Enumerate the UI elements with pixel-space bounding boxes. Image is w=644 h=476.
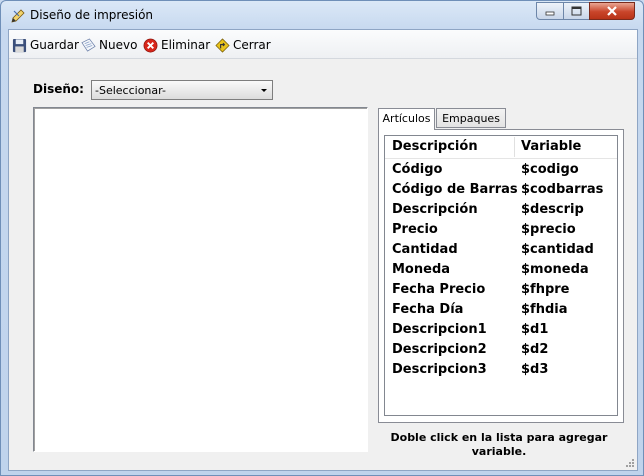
list-item[interactable]: Moneda $moneda [385,260,617,280]
list-item[interactable]: Descripcion3 $d3 [385,360,617,380]
list-item-description: Descripcion1 [392,322,487,337]
tab-articulos[interactable]: Artículos [378,108,435,130]
list-item-description: Fecha Precio [392,282,486,297]
tab-panel-articulos: Descripción Variable Código $codigo Código… [378,129,624,423]
list-item-description: Descripción [392,202,478,217]
new-document-icon [81,37,96,52]
new-button[interactable]: Nuevo [81,36,137,54]
resize-grip-icon[interactable] [625,458,635,468]
list-item[interactable]: Cantidad $cantidad [385,240,617,260]
list-item-variable: $descrip [521,202,584,217]
tab-empaques[interactable]: Empaques [436,108,506,128]
variables-list[interactable]: Descripción Variable Código $codigo Código… [384,135,618,416]
list-item-description: Descripcion2 [392,342,487,357]
list-item-variable: $codbarras [521,182,604,197]
list-item[interactable]: Fecha Precio $fhpre [385,280,617,300]
minimize-icon [545,11,555,16]
close-label: Cerrar [233,38,271,52]
list-item-description: Moneda [392,262,451,277]
design-select-value: -Seleccionar- [95,84,166,97]
list-item-variable: $d2 [521,342,549,357]
delete-button[interactable]: Eliminar [143,36,210,54]
delete-label: Eliminar [161,38,211,52]
design-canvas[interactable] [33,107,368,452]
column-header-variable[interactable]: Variable [521,136,581,158]
list-item-variable: $codigo [521,162,579,177]
list-item[interactable]: Precio $precio [385,220,617,240]
maximize-icon [571,6,582,16]
design-label: Diseño: [33,82,84,96]
list-item[interactable]: Código de Barras $codbarras [385,180,617,200]
close-button[interactable]: Cerrar [215,36,271,54]
list-item-variable: $fhdia [521,302,568,317]
new-label: Nuevo [99,38,138,52]
maximize-button[interactable] [563,2,590,20]
list-item[interactable]: Descripcion1 $d1 [385,320,617,340]
list-item-description: Código de Barras [392,182,518,197]
list-item-description: Cantidad [392,242,458,257]
list-item[interactable]: Descripción $descrip [385,200,617,220]
list-item-variable: $fhpre [521,282,570,297]
main-window: Diseño de impresión Guardar Nuevo Elimin… [0,0,644,476]
save-button[interactable]: Guardar [12,36,79,54]
hint-text: Doble click en la lista para agregar var… [390,431,608,458]
list-item[interactable]: Código $codigo [385,160,617,180]
minimize-button[interactable] [536,2,564,20]
red-x-circle-icon [143,38,158,52]
close-icon [607,6,617,16]
list-item-variable: $moneda [521,262,589,277]
list-item[interactable]: Descripcion2 $d2 [385,340,617,360]
column-header-description[interactable]: Descripción [392,136,478,158]
list-item-variable: $d3 [521,362,549,377]
list-header: Descripción Variable [385,136,617,159]
pencil-icon [11,9,25,23]
floppy-disk-icon [12,38,27,52]
list-item-description: Descripcion3 [392,362,487,377]
title-bar[interactable]: Diseño de impresión [1,1,643,29]
close-window-button[interactable] [589,2,635,20]
list-item-description: Fecha Día [392,302,464,317]
tab-strip: Artículos Empaques [378,108,624,130]
exit-sign-icon [215,37,230,53]
list-item[interactable]: Fecha Día $fhdia [385,300,617,320]
save-label: Guardar [30,38,79,52]
list-item-description: Precio [392,222,438,237]
list-item-description: Código [392,162,443,177]
column-separator[interactable] [514,137,515,157]
toolbar: Guardar Nuevo Eliminar Cerrar [9,30,637,59]
list-item-variable: $precio [521,222,576,237]
list-item-variable: $cantidad [521,242,594,257]
design-select[interactable]: -Seleccionar- [91,80,273,100]
window-title: Diseño de impresión [30,8,154,22]
chevron-down-icon [261,89,267,92]
list-item-variable: $d1 [521,322,549,337]
client-area: Guardar Nuevo Eliminar Cerrar Diseño: -S… [8,29,638,471]
